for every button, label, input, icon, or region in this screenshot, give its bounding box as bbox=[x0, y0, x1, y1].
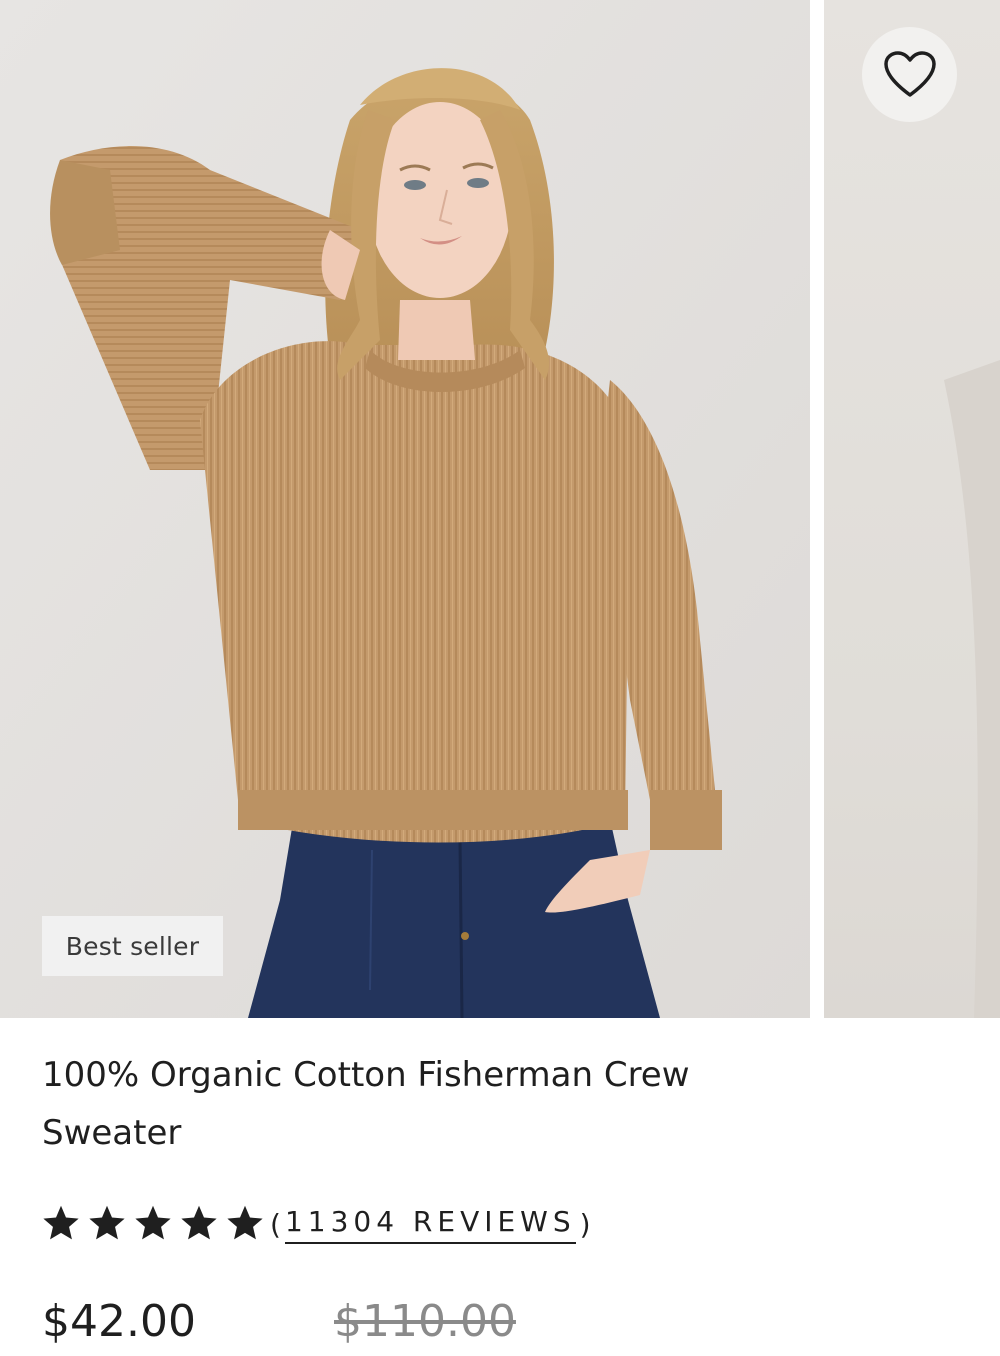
rating-row: ( 11304 REVIEWS ) bbox=[38, 1196, 591, 1252]
product-title: 100% Organic Cotton Fisherman Crew Sweate… bbox=[42, 1046, 942, 1162]
product-image-carousel[interactable]: Best seller bbox=[0, 0, 1000, 1018]
sale-price: $42.00 bbox=[42, 1296, 196, 1347]
product-title-line-1: 100% Organic Cotton Fisherman Crew bbox=[42, 1055, 690, 1095]
original-price: $110.00 bbox=[334, 1296, 516, 1347]
heart-outline-icon bbox=[883, 50, 936, 97]
star-icon bbox=[222, 1201, 268, 1247]
reviews-link[interactable]: 11304 REVIEWS bbox=[284, 1204, 576, 1244]
star-icon bbox=[130, 1201, 176, 1247]
next-photo-preview bbox=[944, 360, 1000, 1018]
star-icon bbox=[84, 1201, 130, 1247]
reviews-close-paren: ) bbox=[579, 1207, 591, 1241]
star-rating bbox=[38, 1201, 268, 1247]
favorite-button[interactable] bbox=[862, 27, 957, 122]
product-image-main[interactable]: Best seller bbox=[0, 0, 810, 1018]
best-seller-badge: Best seller bbox=[42, 916, 223, 976]
review-count: ( 11304 REVIEWS ) bbox=[270, 1205, 591, 1244]
star-icon bbox=[38, 1201, 84, 1247]
star-icon bbox=[176, 1201, 222, 1247]
product-title-line-2: Sweater bbox=[42, 1113, 182, 1153]
review-count-label: REVIEWS bbox=[412, 1204, 576, 1238]
reviews-open-paren: ( bbox=[270, 1207, 281, 1241]
review-count-number: 11304 bbox=[284, 1204, 400, 1238]
product-image-next-peek[interactable] bbox=[824, 0, 1000, 1018]
price-row: $42.00 $110.00 bbox=[42, 1296, 742, 1356]
model-photo bbox=[0, 0, 810, 1018]
